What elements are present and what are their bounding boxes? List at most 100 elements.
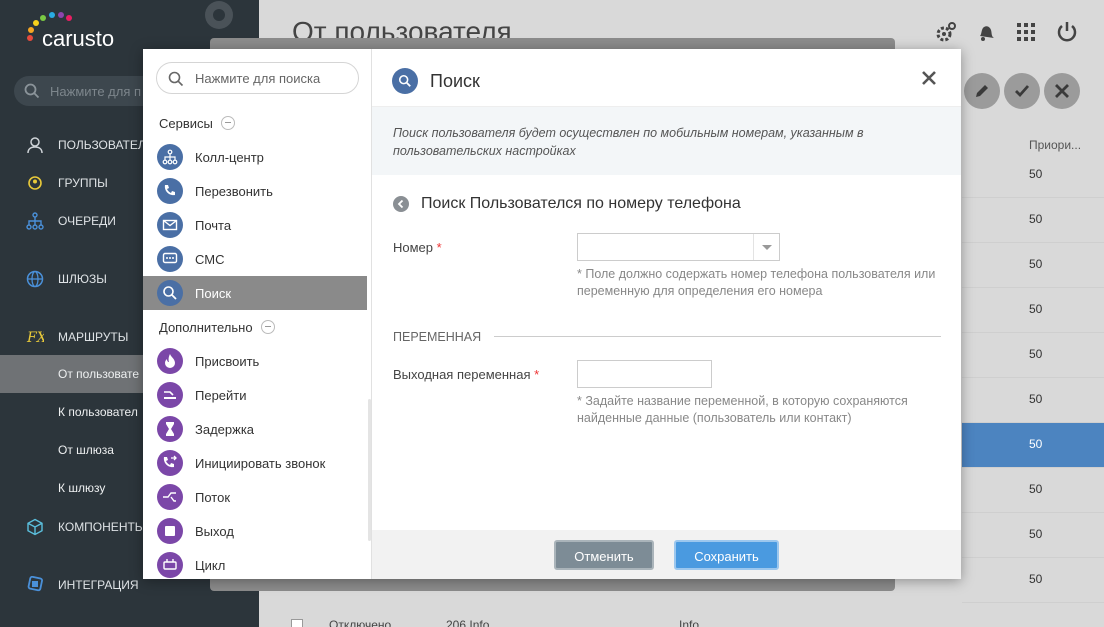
globe-icon: [26, 270, 44, 288]
sitemap-icon: [157, 144, 183, 170]
edit-button[interactable]: [964, 73, 1000, 109]
table-row[interactable]: 50: [962, 468, 1104, 513]
action-item-label: Задержка: [195, 422, 255, 437]
table-row-selected[interactable]: 50: [962, 423, 1104, 468]
action-item-delay[interactable]: Задержка: [143, 412, 367, 446]
table-row[interactable]: 50: [962, 198, 1104, 243]
output-variable-hint: * Задайте название переменной, в которую…: [577, 394, 908, 425]
function-icon: fx: [26, 330, 44, 346]
table-row[interactable]: 50: [962, 333, 1104, 378]
collapse-icon[interactable]: [260, 320, 275, 334]
section-label: Сервисы: [159, 116, 213, 131]
search-icon: [157, 280, 183, 306]
users-icon: [28, 176, 42, 190]
sidebar-item-label: Интеграция: [58, 578, 139, 592]
scrollbar[interactable]: [368, 399, 371, 541]
table-cell-priority: 50: [1029, 212, 1043, 226]
search-icon: [24, 83, 40, 99]
action-item-flow[interactable]: Поток: [143, 480, 367, 514]
sidebar-item-label: Маршруты: [58, 330, 129, 344]
table-row[interactable]: 50: [962, 288, 1104, 333]
cancel-button[interactable]: Отменить: [554, 540, 654, 570]
sidebar-subitem-label: К пользовател: [58, 405, 138, 419]
sidebar-subitem-label: К шлюзу: [58, 481, 106, 495]
close-icon: [1055, 84, 1069, 98]
section-title: Поиск Пользователся по номеру телефона: [421, 195, 741, 212]
section-services[interactable]: Сервисы: [159, 116, 235, 131]
action-item-callback[interactable]: Перезвонить: [143, 174, 367, 208]
confirm-button[interactable]: [1004, 73, 1040, 109]
table-row[interactable]: 50: [962, 378, 1104, 423]
bell-icon[interactable]: [974, 20, 998, 44]
flow-icon: [157, 484, 183, 510]
table-row[interactable]: Отключено 206 Info Info: [259, 606, 1104, 627]
table-column-priority[interactable]: Приори...: [1029, 138, 1081, 152]
number-label: Номер *: [393, 240, 442, 255]
logo-text: carusto: [42, 26, 115, 51]
back-icon[interactable]: [393, 196, 409, 212]
apps-grid-icon[interactable]: [1014, 20, 1038, 44]
close-icon[interactable]: [920, 69, 938, 87]
sidebar-item-label: Компоненты: [58, 520, 146, 534]
phone-icon: [157, 178, 183, 204]
table-cell-priority: 50: [1029, 572, 1043, 586]
action-item-exit[interactable]: Выход: [143, 514, 367, 548]
settings-icon[interactable]: [934, 20, 958, 44]
table-cell-priority: 50: [1029, 437, 1043, 451]
action-item-initiate-call[interactable]: Инициировать звонок: [143, 446, 367, 480]
table-cell-priority: 50: [1029, 527, 1043, 541]
number-select[interactable]: [577, 233, 780, 261]
power-icon[interactable]: [1055, 20, 1079, 44]
action-search-input[interactable]: Нажмите для поиска: [156, 62, 359, 94]
info-text: Поиск пользователя будет осуществлен по …: [393, 126, 864, 158]
stop-icon: [157, 518, 183, 544]
row-checkbox[interactable]: [291, 619, 303, 627]
required-mark: *: [436, 240, 442, 255]
save-button[interactable]: Сохранить: [674, 540, 779, 570]
table-row[interactable]: 50: [962, 153, 1104, 198]
cube-icon: [27, 518, 43, 536]
loop-icon: [157, 552, 183, 578]
hourglass-icon: [157, 416, 183, 442]
number-hint: * Поле должно содержать номер телефона п…: [577, 267, 936, 298]
sidebar-item-label: Группы: [58, 176, 108, 190]
table-cell-priority: 50: [1029, 302, 1043, 316]
chevron-down-icon[interactable]: [753, 234, 779, 260]
action-item-loop[interactable]: Цикл: [143, 548, 367, 582]
output-variable-label: Выходная переменная *: [393, 367, 539, 382]
action-item-label: Колл-центр: [195, 150, 264, 165]
table-row[interactable]: 50: [962, 558, 1104, 603]
action-settings-panel: Поиск Поиск пользователя будет осуществл…: [372, 49, 961, 579]
action-item-call-center[interactable]: Колл-центр: [143, 140, 367, 174]
svg-text:fx: fx: [26, 330, 44, 346]
table-cell-priority: 50: [1029, 482, 1043, 496]
info-banner: Поиск пользователя будет осуществлен по …: [372, 107, 961, 175]
action-item-search[interactable]: Поиск: [143, 276, 367, 310]
action-item-sms[interactable]: СМС: [143, 242, 367, 276]
flame-icon: [157, 348, 183, 374]
discard-button[interactable]: [1044, 73, 1080, 109]
action-item-goto[interactable]: Перейти: [143, 378, 367, 412]
action-item-mail[interactable]: Почта: [143, 208, 367, 242]
action-item-label: Перейти: [195, 388, 247, 403]
section-additional[interactable]: Дополнительно: [159, 320, 275, 335]
table-row[interactable]: 50: [962, 513, 1104, 558]
gear-icon: [205, 1, 233, 29]
sitemap-icon: [26, 212, 44, 230]
action-item-label: Цикл: [195, 558, 226, 573]
mail-icon: [157, 212, 183, 238]
dialog-header: Поиск: [372, 49, 961, 107]
table-cell-priority: 50: [1029, 347, 1043, 361]
output-variable-input[interactable]: [577, 360, 712, 388]
table-row[interactable]: 50: [962, 243, 1104, 288]
collapse-icon[interactable]: [220, 116, 235, 130]
table-cell-priority: 50: [1029, 257, 1043, 271]
required-mark: *: [534, 367, 540, 382]
action-item-assign[interactable]: Присвоить: [143, 344, 367, 378]
output-variable-label-text: Выходная переменная: [393, 367, 531, 382]
search-action-dialog: Нажмите для поиска Сервисы Колл-центр Пе…: [143, 49, 961, 579]
action-item-label: СМС: [195, 252, 225, 267]
sidebar-item-label: Пользовател: [58, 138, 146, 152]
action-item-label: Инициировать звонок: [195, 456, 326, 471]
table-cell-ext: Info: [679, 618, 700, 627]
